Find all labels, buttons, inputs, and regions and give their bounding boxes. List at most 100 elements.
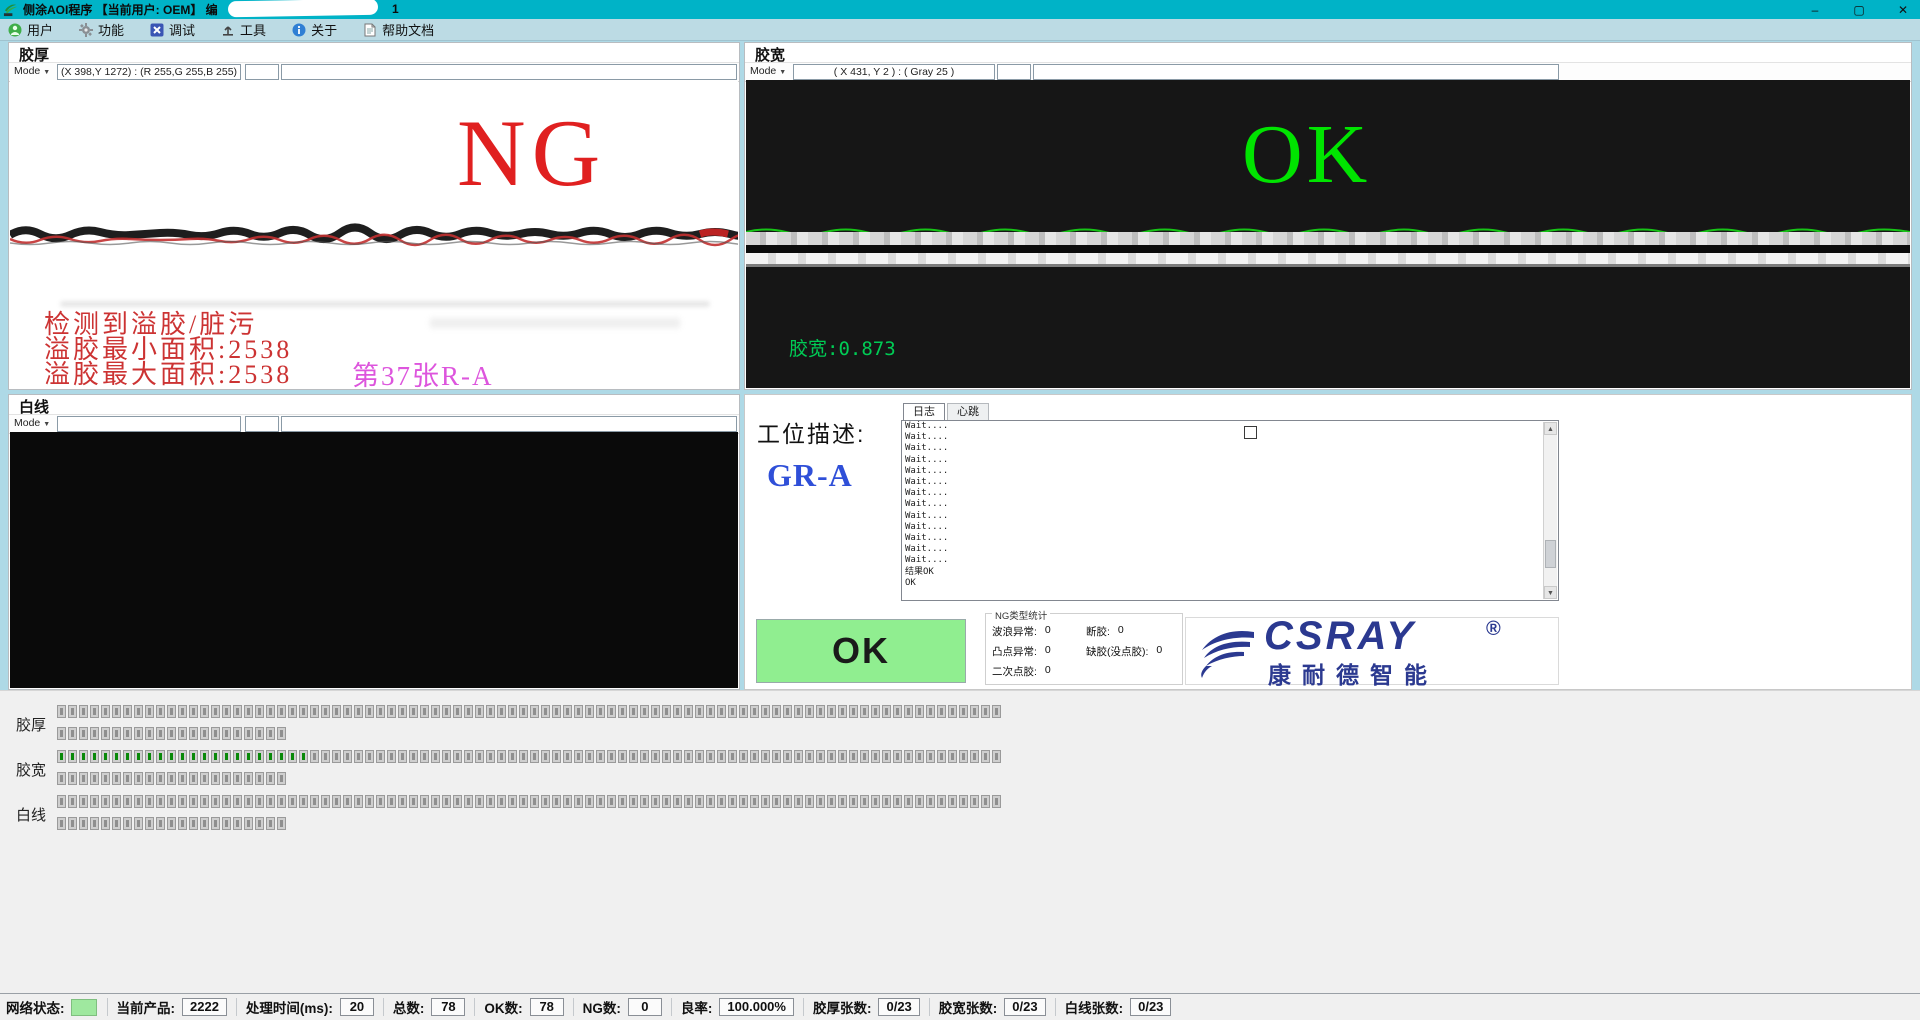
log-checkbox[interactable] [1244, 426, 1257, 439]
menu-item-tools[interactable]: 工具 [221, 20, 266, 39]
frame-square-empty [717, 705, 726, 718]
log-entry: OK [902, 578, 1558, 589]
scroll-down-arrow[interactable]: ▼ [1544, 586, 1557, 599]
menu-item-functions[interactable]: 功能 [79, 20, 124, 39]
frame-square-empty [992, 705, 1001, 718]
frame-square-empty [57, 705, 66, 718]
frame-square-empty [497, 705, 506, 718]
frame-square-empty [145, 705, 154, 718]
frame-square-empty [442, 705, 451, 718]
frame-square-empty [156, 727, 165, 740]
menu-item-user[interactable]: 用户 [8, 20, 53, 39]
frame-square-empty [607, 795, 616, 808]
frame-square-empty [101, 705, 110, 718]
log-entry: Wait.... [902, 466, 1558, 477]
menu-item-help-doc[interactable]: 帮助文档 [363, 20, 434, 39]
frame-square-empty [79, 727, 88, 740]
menu-item-debug[interactable]: 调试 [150, 20, 195, 39]
frame-square-empty [167, 727, 176, 740]
minimize-button[interactable]: – [1794, 0, 1836, 19]
mode-dropdown[interactable]: Mode ▼ [750, 65, 786, 77]
frame-square-empty [893, 705, 902, 718]
defect-report-text: 检测到溢胶/脏污 溢胶最小面积:2538 溢胶最大面积:2538 [44, 312, 292, 387]
frame-square-empty [563, 705, 572, 718]
frame-square-empty [277, 727, 286, 740]
frame-square-empty [596, 750, 605, 763]
frame-square-empty [442, 750, 451, 763]
frame-square-empty [409, 795, 418, 808]
frame-square-empty [794, 750, 803, 763]
frame-square-empty [585, 795, 594, 808]
frame-square-empty [783, 795, 792, 808]
frame-square-empty [123, 705, 132, 718]
frame-square-empty [167, 705, 176, 718]
frame-square-empty [387, 750, 396, 763]
frame-square-empty [145, 727, 154, 740]
debug-icon [150, 23, 164, 37]
frame-square-empty [706, 750, 715, 763]
frame-square-empty [695, 705, 704, 718]
frame-square-empty [475, 750, 484, 763]
frame-square-empty [101, 817, 110, 830]
frame-square-empty [277, 795, 286, 808]
frame-square-empty [233, 727, 242, 740]
frame-square-empty [90, 705, 99, 718]
frame-square-empty [607, 705, 616, 718]
frame-square-empty [739, 705, 748, 718]
log-list[interactable]: Wait....Wait....Wait....Wait....Wait....… [901, 420, 1559, 601]
tab-heartbeat[interactable]: 心跳 [947, 403, 989, 420]
frame-square-empty [937, 795, 946, 808]
frame-square-empty [519, 705, 528, 718]
help-doc-icon [363, 23, 377, 37]
frame-square-empty [222, 817, 231, 830]
frame-square-empty [486, 750, 495, 763]
faint-smudge [60, 301, 710, 307]
glue-width-measurement: 胶宽:0.873 [789, 334, 896, 361]
tab-log[interactable]: 日志 [903, 403, 945, 420]
frame-square-ok [57, 750, 66, 763]
frame-square-empty [79, 795, 88, 808]
frame-square-empty [783, 750, 792, 763]
log-entry: Wait.... [902, 421, 1558, 432]
menu-label: 工具 [240, 20, 266, 39]
frame-square-empty [574, 750, 583, 763]
frame-square-empty [816, 795, 825, 808]
frame-square-empty [189, 727, 198, 740]
pixel-coords-readout: (X 398,Y 1272) : (R 255,G 255,B 255) [57, 64, 241, 80]
frame-square-empty [816, 750, 825, 763]
maximize-button[interactable]: ▢ [1838, 0, 1880, 19]
menu-item-about[interactable]: 关于 [292, 20, 337, 39]
frame-square-empty [266, 705, 275, 718]
frame-square-empty [827, 705, 836, 718]
frame-square-empty [596, 795, 605, 808]
frame-square-empty [508, 795, 517, 808]
frame-square-empty [695, 750, 704, 763]
frame-square-empty [255, 772, 264, 785]
frame-square-empty [420, 750, 429, 763]
frame-square-empty [563, 750, 572, 763]
frame-index-overlay: 第37张R-A [352, 354, 494, 388]
indicator-group-label: 胶宽 [16, 759, 46, 780]
close-button[interactable]: ✕ [1882, 0, 1920, 19]
mode-dropdown[interactable]: Mode ▼ [14, 417, 50, 429]
frame-square-empty [343, 795, 352, 808]
frame-square-empty [321, 795, 330, 808]
frame-square-empty [464, 750, 473, 763]
frame-square-empty [816, 705, 825, 718]
frame-square-empty [211, 817, 220, 830]
ng-stat-row: 断胶:0 [1086, 624, 1166, 639]
frame-square-empty [574, 795, 583, 808]
mode-dropdown[interactable]: Mode ▼ [14, 65, 50, 77]
scrollbar-thumb[interactable] [1545, 540, 1556, 568]
frame-square-empty [420, 795, 429, 808]
panel-glue-thickness: 胶厚 Mode ▼ (X 398,Y 1272) : (R 255,G 255,… [8, 42, 740, 390]
frame-square-empty [90, 772, 99, 785]
log-entry: 结果OK [902, 567, 1558, 578]
frame-square-empty [893, 750, 902, 763]
scroll-up-arrow[interactable]: ▲ [1544, 422, 1557, 435]
frame-square-empty [101, 795, 110, 808]
frame-square-empty [618, 705, 627, 718]
frame-square-empty [838, 795, 847, 808]
log-scrollbar[interactable]: ▲ ▼ [1543, 422, 1557, 599]
frame-square-empty [167, 795, 176, 808]
